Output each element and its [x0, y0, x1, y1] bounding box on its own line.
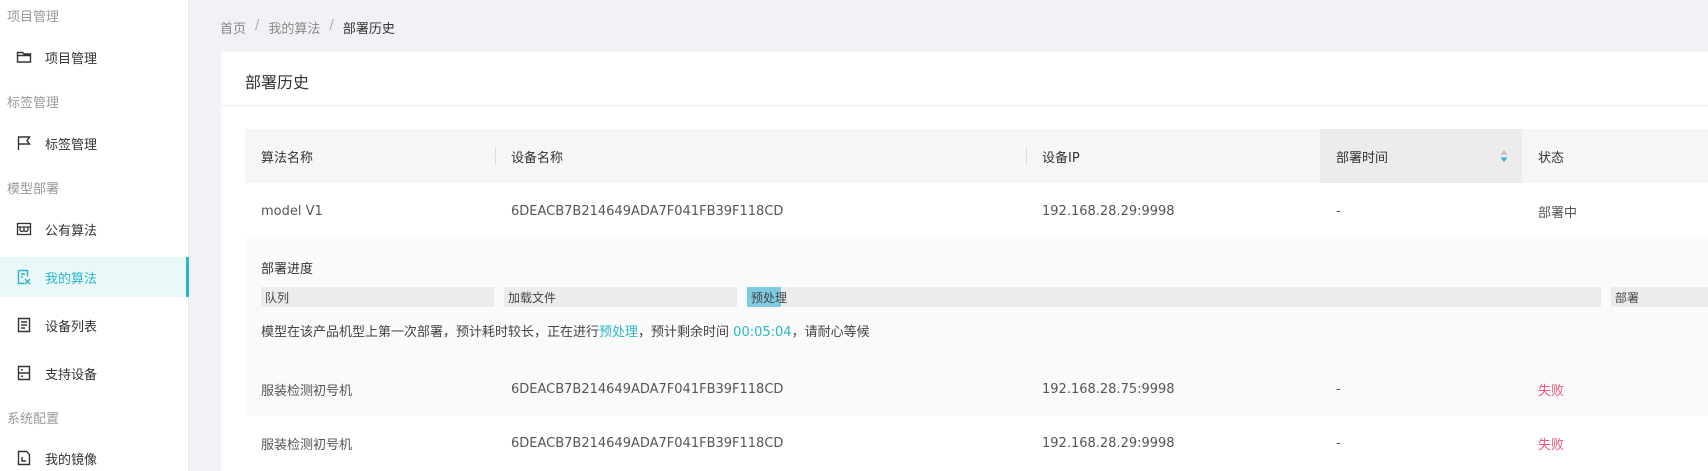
breadcrumb-separator: /: [329, 18, 334, 33]
stage-label: 预处理: [751, 290, 788, 305]
sidebar-item-label: 公有算法: [45, 223, 98, 239]
stage-label: 部署: [1615, 290, 1640, 305]
cell-device: 6DEACB7B214649ADA7F041FB39F118CD: [511, 381, 784, 397]
progress-message: 模型在该产品机型上第一次部署，预计耗时较长，正在进行预处理，预计剩余时间 00:…: [261, 321, 870, 340]
col-header-label: 状态: [1538, 150, 1565, 166]
breadcrumb-home[interactable]: 首页: [220, 18, 246, 37]
col-header-label: 设备IP: [1042, 150, 1080, 166]
sort-icon[interactable]: [1500, 149, 1508, 163]
cell-status: 失败: [1538, 383, 1565, 399]
stage-label: 队列: [265, 290, 290, 305]
store-icon: [15, 220, 33, 238]
cell-ip: 192.168.28.75:9998: [1042, 381, 1175, 397]
col-header-label: 设备名称: [511, 150, 564, 166]
sidebar-item-label: 项目管理: [45, 51, 98, 67]
sidebar-item-project-management[interactable]: 项目管理: [0, 37, 189, 77]
cell-status: 失败: [1538, 437, 1565, 453]
stage-queue: 队列: [261, 287, 494, 307]
sidebar-item-label: 设备列表: [45, 319, 98, 335]
progress-current-stage: 预处理: [599, 325, 639, 340]
image-doc-icon: [15, 449, 33, 467]
sidebar-item-label: 我的镜像: [45, 452, 98, 468]
progress-title: 部署进度: [261, 262, 314, 277]
cell-device: 6DEACB7B214649ADA7F041FB39F118CD: [511, 203, 784, 219]
table-row[interactable]: model V1 6DEACB7B214649ADA7F041FB39F118C…: [245, 183, 1708, 239]
progress-message-text: ，预计剩余时间: [638, 325, 734, 340]
table-row[interactable]: 服装检测初号机 6DEACB7B214649ADA7F041FB39F118CD…: [245, 416, 1708, 470]
deploy-progress-panel: 部署进度 队列 加载文件 预处理 部署 模型在该产品机型上第一次部署，预计耗时较…: [245, 239, 1708, 362]
breadcrumb: 首页 / 我的算法 / 部署历史: [220, 18, 395, 37]
progress-message-text: ，请耐心等候: [791, 325, 870, 340]
breadcrumb-my-algorithm[interactable]: 我的算法: [268, 18, 320, 37]
table-row[interactable]: 服装检测初号机 6DEACB7B214649ADA7F041FB39F118CD…: [245, 362, 1708, 416]
col-header-label: 算法名称: [261, 150, 314, 166]
flag-icon: [15, 134, 33, 152]
sidebar-item-label: 标签管理: [45, 137, 98, 153]
sidebar-item-label: 我的算法: [45, 271, 98, 287]
breadcrumb-current: 部署历史: [342, 22, 395, 37]
col-header-label: 部署时间: [1336, 150, 1389, 166]
divider: [495, 147, 496, 165]
my-algorithm-icon: [15, 268, 33, 286]
page-title: 部署历史: [245, 73, 310, 92]
device-list-icon: [15, 316, 33, 334]
sidebar-item-public-algorithm[interactable]: 公有算法: [0, 209, 189, 249]
breadcrumb-separator: /: [255, 18, 260, 33]
cell-time: -: [1336, 381, 1341, 397]
folder-icon: [15, 48, 33, 66]
cell-status: 部署中: [1538, 205, 1578, 221]
cell-name: 服装检测初号机: [261, 383, 353, 399]
col-header-status: 状态: [1522, 129, 1708, 183]
col-header-device: 设备名称: [495, 129, 1026, 183]
stage-load-files: 加载文件: [504, 287, 737, 307]
progress-remaining-time: 00:05:04: [733, 325, 792, 340]
group-title-deploy: 模型部署: [7, 182, 60, 197]
sidebar-item-label: 支持设备: [45, 367, 98, 383]
server-icon: [15, 364, 33, 382]
group-title-project: 项目管理: [7, 10, 60, 25]
group-title-system: 系统配置: [7, 412, 60, 427]
cell-ip: 192.168.28.29:9998: [1042, 203, 1175, 219]
cell-name: 服装检测初号机: [261, 437, 353, 453]
sidebar-item-my-image[interactable]: 我的镜像: [0, 438, 189, 471]
col-header-time[interactable]: 部署时间: [1320, 129, 1522, 183]
cell-name: model V1: [261, 203, 323, 219]
stage-deploy: 部署: [1611, 287, 1708, 307]
sidebar: 项目管理 项目管理 标签管理 标签管理 模型部署 公有算法 我的算法 设备列表: [0, 0, 189, 471]
group-title-label: 标签管理: [7, 96, 60, 111]
divider: [1026, 147, 1027, 165]
sidebar-item-label-management[interactable]: 标签管理: [0, 123, 189, 163]
cell-time: -: [1336, 203, 1341, 219]
col-header-name: 算法名称: [245, 129, 495, 183]
cell-ip: 192.168.28.29:9998: [1042, 435, 1175, 451]
progress-message-text: 模型在该产品机型上第一次部署，预计耗时较长，正在进行: [261, 325, 600, 340]
stage-label: 加载文件: [508, 290, 557, 305]
sidebar-item-my-algorithm[interactable]: 我的算法: [0, 257, 189, 297]
sidebar-item-supported-devices[interactable]: 支持设备: [0, 353, 189, 393]
table-header: 算法名称 设备名称 设备IP 部署时间 状态: [245, 129, 1708, 183]
stage-preprocess: 预处理: [747, 287, 1601, 307]
col-header-ip: 设备IP: [1026, 129, 1320, 183]
divider: [221, 105, 1708, 106]
deploy-history-card: 部署历史 算法名称 设备名称 设备IP 部署时间 状态 model V1 6DE…: [221, 52, 1708, 471]
sidebar-item-device-list[interactable]: 设备列表: [0, 305, 189, 345]
cell-device: 6DEACB7B214649ADA7F041FB39F118CD: [511, 435, 784, 451]
cell-time: -: [1336, 435, 1341, 451]
